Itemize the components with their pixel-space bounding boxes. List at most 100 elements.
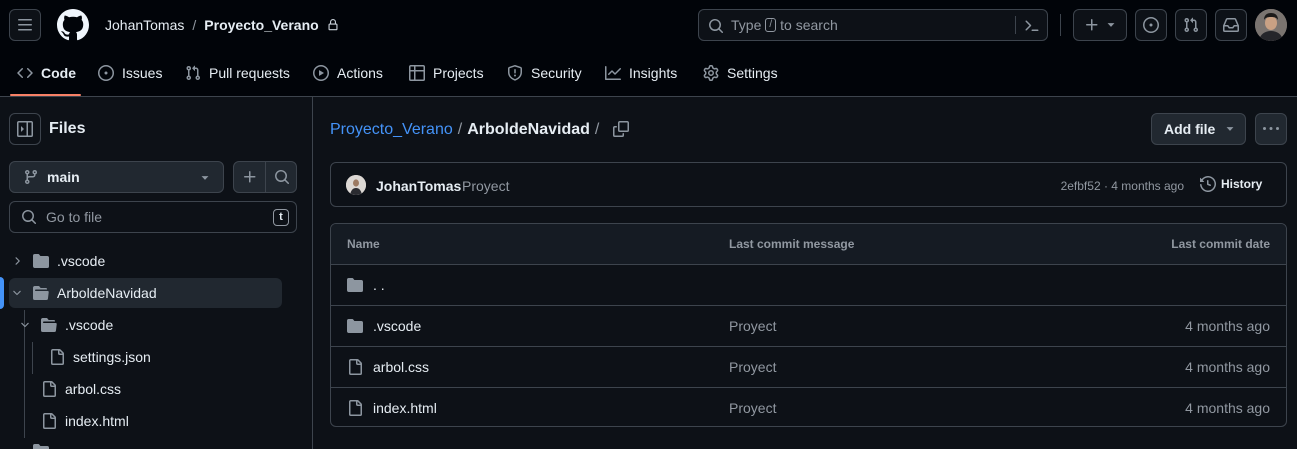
tab-projects-label: Projects: [433, 65, 484, 81]
global-issues-button[interactable]: [1135, 9, 1167, 41]
tree-item[interactable]: .vscode: [17, 310, 281, 340]
issue-opened-icon: [1143, 17, 1159, 33]
global-header: JohanTomas / Proyecto_Verano Type / to s…: [0, 0, 1297, 97]
file-name-link[interactable]: index.html: [373, 400, 437, 416]
tab-code[interactable]: Code: [17, 60, 76, 86]
graph-icon: [605, 66, 621, 80]
go-to-file-shortcut: t: [273, 209, 289, 226]
folder-icon: [347, 278, 363, 292]
search-placeholder-suffix: to search: [780, 17, 838, 33]
tab-pull-requests[interactable]: Pull requests: [185, 60, 290, 86]
file-icon: [43, 413, 56, 429]
file-icon: [43, 381, 56, 397]
add-file-button[interactable]: Add file: [1151, 113, 1246, 145]
add-file-tree-button[interactable]: [234, 162, 266, 192]
chevron-down-icon: [21, 322, 29, 328]
menu-button[interactable]: [9, 9, 41, 41]
breadcrumb-current-folder: ArboldeNavidad: [467, 121, 590, 138]
table-row[interactable]: index.html Proyect 4 months ago: [331, 388, 1286, 426]
tree-item[interactable]: settings.json: [33, 342, 281, 372]
author-avatar-icon: [346, 175, 366, 195]
table-header-row: Name Last commit message Last commit dat…: [331, 224, 1286, 265]
collapse-sidebar-button[interactable]: [9, 113, 41, 145]
git-pull-request-icon: [1184, 17, 1199, 33]
code-icon: [17, 67, 33, 79]
commit-message-link[interactable]: Proyect: [729, 388, 776, 426]
tab-actions[interactable]: Actions: [313, 60, 383, 86]
commit-author-avatar[interactable]: [346, 175, 366, 195]
owner-link[interactable]: JohanTomas: [105, 17, 184, 33]
table-row[interactable]: .vscode Proyect 4 months ago: [331, 306, 1286, 347]
lock-icon: [328, 19, 338, 31]
column-header-name: Name: [347, 237, 380, 251]
go-to-file-input[interactable]: Go to file t: [9, 201, 297, 233]
breadcrumb-repo-link[interactable]: Proyecto_Verano: [330, 121, 453, 139]
commit-message-link[interactable]: Proyect: [462, 178, 509, 194]
inbox-button[interactable]: [1215, 9, 1247, 41]
kebab-horizontal-icon: [1263, 127, 1279, 130]
tab-insights[interactable]: Insights: [605, 60, 677, 86]
search-shortcut-key: /: [765, 18, 777, 32]
commit-hash-time[interactable]: 2efbf52 · 4 months ago: [1061, 179, 1184, 193]
more-options-button[interactable]: [1255, 113, 1287, 145]
user-avatar[interactable]: [1255, 9, 1287, 41]
tree-item-label: arbol.css: [65, 381, 122, 397]
global-pull-requests-button[interactable]: [1175, 9, 1207, 41]
plus-icon: [244, 171, 256, 183]
command-palette-icon[interactable]: [1024, 18, 1040, 34]
table-icon: [409, 65, 425, 81]
owner-repo-separator: /: [192, 17, 197, 33]
tab-insights-label: Insights: [629, 65, 678, 81]
tab-projects[interactable]: Projects: [409, 60, 484, 86]
add-file-label: Add file: [1164, 121, 1216, 137]
copy-path-button[interactable]: [610, 117, 632, 141]
plus-icon: [1086, 19, 1098, 31]
tree-item[interactable]: index.html: [25, 406, 281, 436]
tree-item-label: ArboldeNavidad: [57, 285, 157, 301]
commit-author-link[interactable]: JohanTomas: [376, 178, 461, 194]
file-table: Name Last commit message Last commit dat…: [330, 223, 1287, 427]
latest-commit-bar: JohanTomas Proyect 2efbf52 · 4 months ag…: [330, 162, 1287, 207]
triangle-down-icon: [1107, 23, 1115, 27]
tree-item[interactable]: .vscode: [9, 246, 281, 276]
column-header-message: Last commit message: [729, 237, 855, 251]
table-row[interactable]: arbol.css Proyect 4 months ago: [331, 347, 1286, 388]
tree-item[interactable]: arbol.css: [25, 374, 281, 404]
tree-item-selected[interactable]: ArboldeNavidad: [9, 278, 282, 308]
github-logo-icon[interactable]: [57, 9, 89, 41]
branch-dropdown-caret-icon: [201, 176, 209, 180]
search-code-tree-button[interactable]: [266, 162, 297, 192]
breadcrumb: Proyecto_Verano / ArboldeNavidad /: [330, 120, 599, 140]
tab-pull-requests-label: Pull requests: [209, 65, 290, 81]
tab-issues-label: Issues: [122, 65, 163, 81]
commit-date: 4 months ago: [1185, 400, 1270, 416]
search-placeholder-prefix: Type: [731, 17, 762, 33]
commit-message-link[interactable]: Proyect: [729, 347, 776, 387]
breadcrumb-separator: /: [594, 121, 600, 138]
tab-issues[interactable]: Issues: [98, 60, 162, 86]
chevron-down-icon: [13, 290, 21, 296]
tab-actions-label: Actions: [337, 65, 383, 81]
history-icon: [1200, 176, 1216, 192]
tab-security[interactable]: Security: [507, 60, 582, 86]
search-input[interactable]: Type / to search: [698, 9, 1048, 41]
create-new-button[interactable]: [1073, 9, 1127, 41]
play-icon: [313, 65, 329, 81]
file-name-link[interactable]: .vscode: [373, 318, 421, 334]
issue-icon: [98, 65, 114, 81]
avatar-photo-icon: [1255, 9, 1287, 41]
commit-message-link[interactable]: Proyect: [729, 306, 776, 346]
search-icon: [709, 19, 724, 34]
branch-select[interactable]: main: [9, 161, 224, 193]
file-name-link[interactable]: arbol.css: [373, 359, 429, 375]
search-icon: [22, 210, 37, 225]
breadcrumb-separator: /: [457, 121, 463, 138]
parent-directory-link[interactable]: . .: [373, 277, 385, 293]
repo-link[interactable]: Proyecto_Verano: [204, 17, 318, 33]
selected-item-indicator: [0, 277, 4, 309]
tree-item-label: .vscode: [65, 317, 114, 333]
tab-settings[interactable]: Settings: [703, 60, 778, 86]
table-row-parent[interactable]: . .: [331, 265, 1286, 306]
history-link[interactable]: History: [1200, 176, 1262, 192]
tree-item-label: .vscode: [57, 253, 106, 269]
